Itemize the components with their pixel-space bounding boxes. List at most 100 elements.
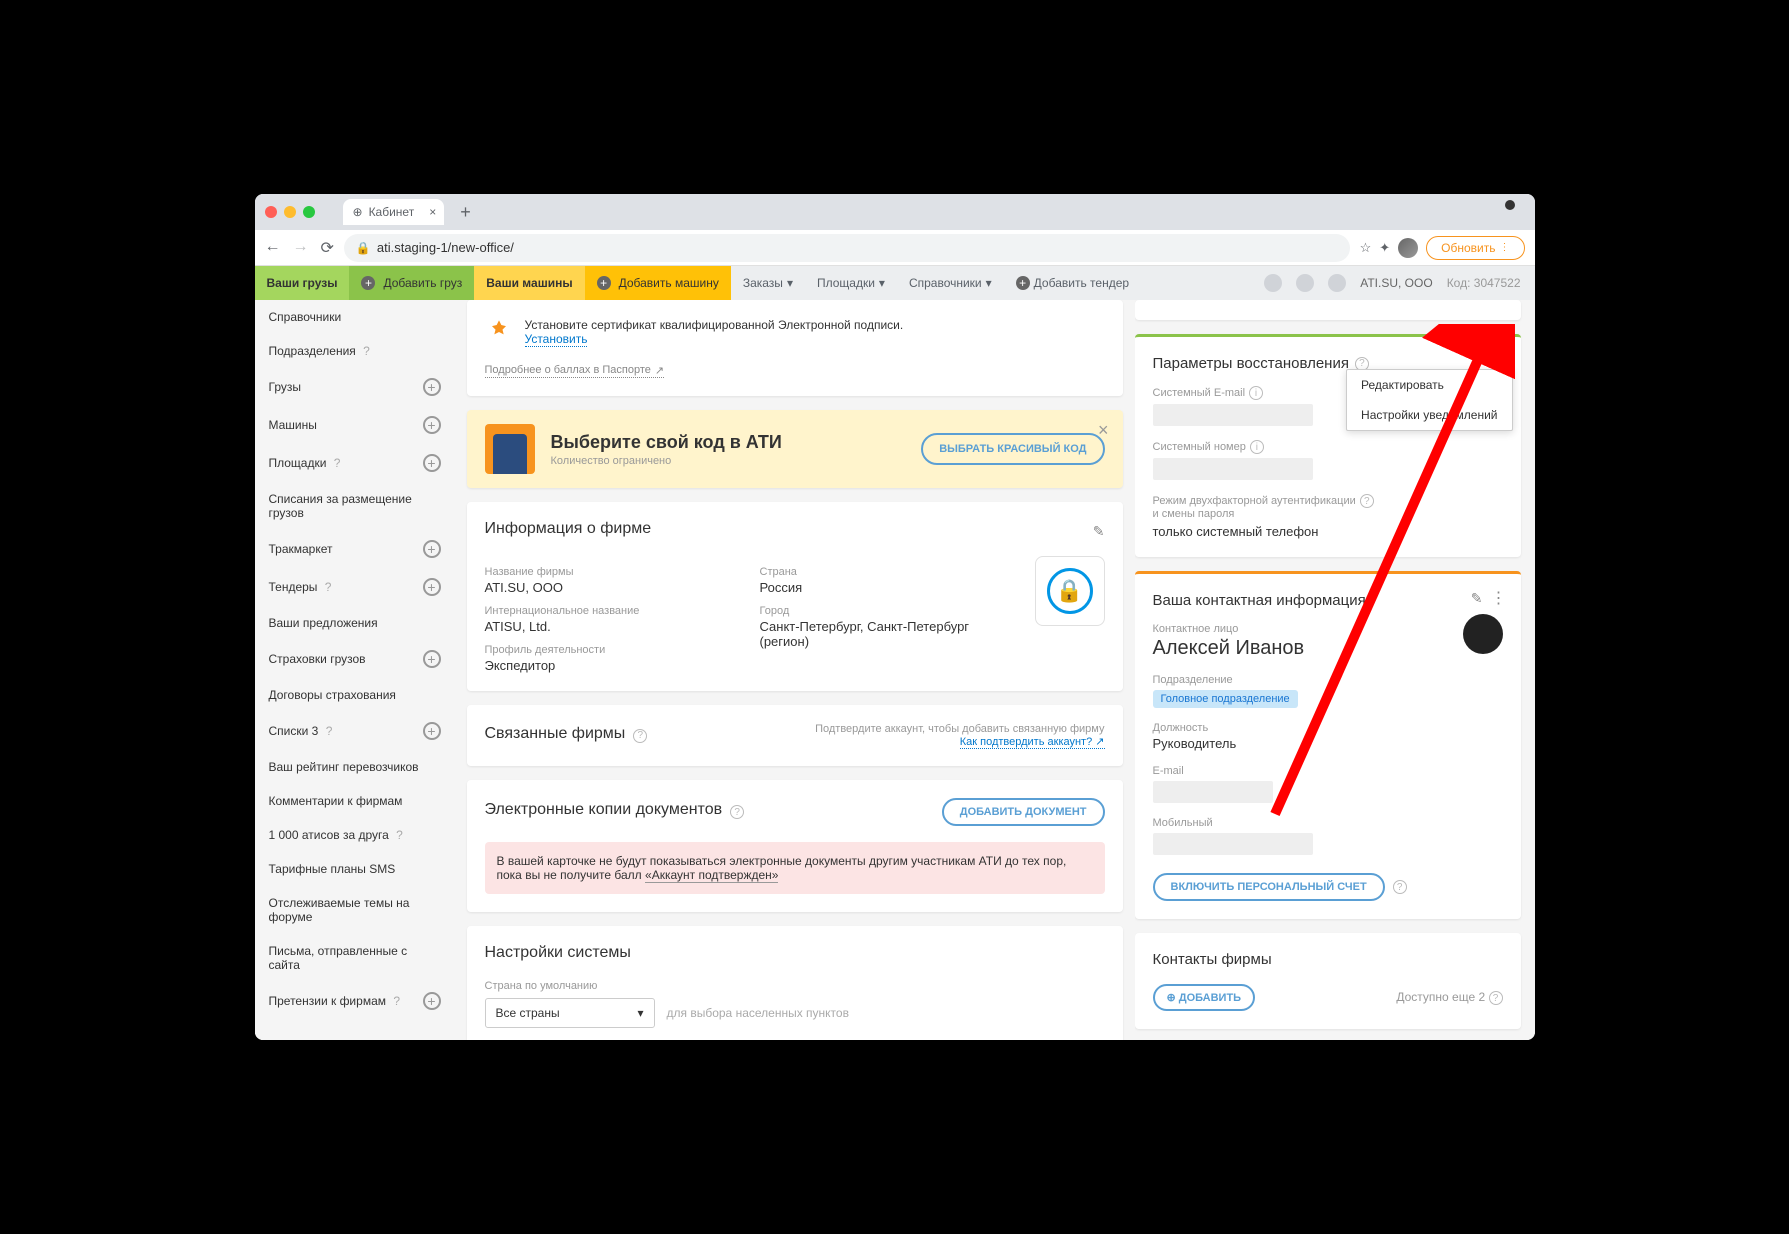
email-label: E-mail: [1153, 765, 1503, 777]
announce-icon[interactable]: [1328, 274, 1346, 292]
sidebar-directories[interactable]: Справочники: [255, 300, 455, 334]
name-label: Название фирмы: [485, 566, 720, 578]
sidebar-lists[interactable]: Списки 3 ?+: [255, 712, 455, 750]
help-icon[interactable]: i: [1249, 386, 1263, 400]
plus-icon[interactable]: +: [423, 540, 441, 558]
int-name-value: ATISU, Ltd.: [485, 619, 720, 634]
forward-icon[interactable]: →: [293, 238, 309, 258]
sidebar-sms[interactable]: Тарифные планы SMS: [255, 852, 455, 886]
app-top-menu: Ваши грузы +Добавить груз Ваши машины +Д…: [255, 266, 1535, 300]
menu-orders[interactable]: Заказы ▾: [731, 266, 805, 300]
dropdown-notifications[interactable]: Настройки уведомлений: [1347, 400, 1511, 430]
update-chrome-button[interactable]: Обновить ⋮: [1426, 236, 1524, 260]
confirm-account-link[interactable]: Как подтвердить аккаунт? ↗: [960, 736, 1105, 749]
browser-address-bar: ← → ⟳ 🔒 ati.staging-1/new-office/ ☆ ✦ Об…: [255, 230, 1535, 266]
maximize-window[interactable]: [303, 206, 315, 218]
menu-your-cargo[interactable]: Ваши грузы: [255, 266, 350, 300]
more-contacts-link[interactable]: Доступно еще 2 ?: [1263, 990, 1502, 1006]
new-tab-button[interactable]: +: [452, 202, 479, 223]
close-icon[interactable]: ×: [1098, 420, 1109, 441]
profile-avatar[interactable]: [1398, 238, 1418, 258]
plus-icon[interactable]: +: [423, 992, 441, 1010]
help-icon: ?: [396, 828, 403, 842]
sidebar-ins-contracts[interactable]: Договоры страхования: [255, 678, 455, 712]
profile-black-dot[interactable]: [1505, 200, 1515, 210]
plus-icon[interactable]: +: [423, 416, 441, 434]
name-value: ATI.SU, ООО: [485, 580, 720, 595]
sidebar-truckmarket[interactable]: Тракмаркет+: [255, 530, 455, 568]
back-icon[interactable]: ←: [265, 238, 281, 258]
help-icon[interactable]: i: [1250, 440, 1264, 454]
add-contact-button[interactable]: ⊕ ДОБАВИТЬ: [1153, 984, 1256, 1011]
star-icon[interactable]: ☆: [1360, 240, 1372, 256]
menu-platforms[interactable]: Площадки ▾: [805, 266, 897, 300]
contact-info-card: Ваша контактная информация ⋮ ✎ Контактно…: [1135, 571, 1521, 919]
sidebar-forum[interactable]: Отслеживаемые темы на форуме: [255, 886, 455, 934]
close-tab-icon[interactable]: ×: [429, 205, 436, 219]
twofa-value: только системный телефон: [1153, 524, 1503, 539]
sidebar-cargo[interactable]: Грузы+: [255, 368, 455, 406]
promo-button[interactable]: ВЫБРАТЬ КРАСИВЫЙ КОД: [921, 433, 1104, 465]
plus-icon[interactable]: +: [423, 722, 441, 740]
sidebar-platforms[interactable]: Площадки ?+: [255, 444, 455, 482]
sidebar-rating[interactable]: Ваш рейтинг перевозчиков: [255, 750, 455, 784]
sidebar-trucks[interactable]: Машины+: [255, 406, 455, 444]
personal-account-button[interactable]: ВКЛЮЧИТЬ ПЕРСОНАЛЬНЫЙ СЧЕТ: [1153, 873, 1385, 901]
help-icon[interactable]: ?: [1360, 494, 1374, 508]
dropdown-edit[interactable]: Редактировать: [1347, 370, 1511, 400]
external-icon: ↗: [655, 364, 664, 377]
menu-directories[interactable]: Справочники ▾: [897, 266, 1004, 300]
close-window[interactable]: [265, 206, 277, 218]
menu-your-trucks[interactable]: Ваши машины: [474, 266, 584, 300]
chat-icon[interactable]: [1296, 274, 1314, 292]
install-link[interactable]: Установить: [525, 332, 588, 347]
tab-title: Кабинет: [369, 205, 415, 219]
menu-add-tender[interactable]: +Добавить тендер: [1004, 266, 1141, 300]
help-icon[interactable]: ?: [633, 729, 647, 743]
menu-add-truck[interactable]: +Добавить машину: [585, 266, 731, 300]
help-icon[interactable]: ?: [730, 805, 744, 819]
plus-icon[interactable]: +: [423, 578, 441, 596]
passport-link[interactable]: Подробнее о баллах в Паспорте ↗: [485, 364, 665, 378]
sidebar-atis[interactable]: 1 000 атисов за друга ?: [255, 818, 455, 852]
sidebar-tenders[interactable]: Тендеры ?+: [255, 568, 455, 606]
default-country-label: Страна по умолчанию: [485, 980, 1105, 992]
company-name[interactable]: ATI.SU, ООО: [1360, 276, 1432, 290]
plus-icon[interactable]: +: [423, 378, 441, 396]
sidebar-comments[interactable]: Комментарии к фирмам: [255, 784, 455, 818]
url-input[interactable]: 🔒 ati.staging-1/new-office/: [344, 234, 1350, 262]
company-info-card: Информация о фирме ✎ Название фирмы ATI.…: [467, 502, 1123, 691]
sidebar-claims[interactable]: Претензии к фирмам ?+: [255, 982, 455, 1020]
sidebar-charges[interactable]: Списания за размещение грузов: [255, 482, 455, 530]
country-select[interactable]: Все страны▾: [485, 998, 655, 1028]
reload-icon[interactable]: ⟳: [321, 238, 334, 258]
edit-icon[interactable]: ✎: [1471, 590, 1483, 607]
add-document-button[interactable]: ДОБАВИТЬ ДОКУМЕНТ: [942, 798, 1105, 826]
role-label: Должность: [1153, 722, 1503, 734]
help-icon[interactable]: ?: [1393, 880, 1407, 894]
extensions-icon[interactable]: ✦: [1379, 240, 1390, 256]
menu-add-cargo[interactable]: +Добавить груз: [349, 266, 474, 300]
kebab-icon[interactable]: ⋮: [1491, 351, 1507, 371]
certificate-icon: [485, 318, 513, 346]
lock-icon: 🔒: [356, 241, 371, 255]
profile-value: Экспедитор: [485, 658, 720, 673]
window-controls: [265, 206, 315, 218]
subdiv-tag[interactable]: Головное подразделение: [1153, 690, 1298, 708]
contact-avatar: [1463, 614, 1503, 654]
sidebar-offers[interactable]: Ваши предложения: [255, 606, 455, 640]
sidebar-subdivisions[interactable]: Подразделения ?: [255, 334, 455, 368]
account-confirmed-link[interactable]: «Аккаунт подтвержден»: [645, 868, 778, 883]
sidebar-insurance[interactable]: Страховки грузов+: [255, 640, 455, 678]
plus-icon[interactable]: +: [423, 454, 441, 472]
browser-tab[interactable]: ⊕ Кабинет ×: [343, 199, 445, 225]
edit-icon[interactable]: ✎: [1093, 523, 1105, 540]
empty-card-top: [1135, 300, 1521, 320]
sidebar-letters[interactable]: Письма, отправленные с сайта: [255, 934, 455, 982]
notifications-icon[interactable]: [1264, 274, 1282, 292]
minimize-window[interactable]: [284, 206, 296, 218]
chevron-down-icon: ⋮: [1500, 242, 1510, 253]
docs-title: Электронные копии документов: [485, 801, 723, 819]
kebab-icon[interactable]: ⋮: [1491, 588, 1507, 608]
plus-icon[interactable]: +: [423, 650, 441, 668]
